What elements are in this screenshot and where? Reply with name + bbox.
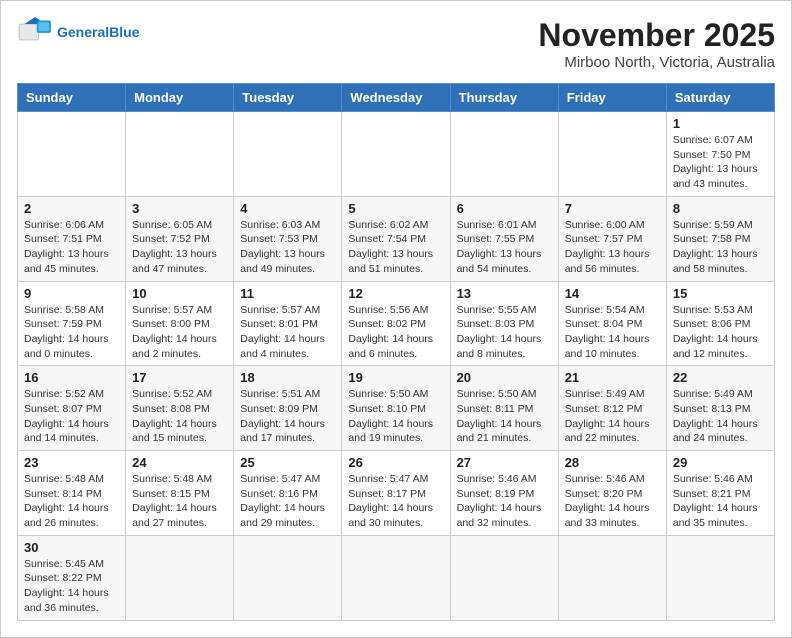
logo-text: GeneralBlue (57, 24, 139, 41)
day-21: 21 Sunrise: 5:49 AM Sunset: 8:12 PM Dayl… (558, 366, 666, 451)
day-29: 29 Sunrise: 5:46 AM Sunset: 8:21 PM Dayl… (666, 451, 774, 536)
week-row-6: 30 Sunrise: 5:45 AM Sunset: 8:22 PM Dayl… (18, 535, 775, 620)
day-23: 23 Sunrise: 5:48 AM Sunset: 8:14 PM Dayl… (18, 451, 126, 536)
logo-general: General (57, 24, 109, 40)
empty-cell (666, 535, 774, 620)
day-24: 24 Sunrise: 5:48 AM Sunset: 8:15 PM Dayl… (126, 451, 234, 536)
day-7: 7 Sunrise: 6:00 AM Sunset: 7:57 PM Dayli… (558, 196, 666, 281)
weekday-header-row: Sunday Monday Tuesday Wednesday Thursday… (18, 84, 775, 112)
day-20: 20 Sunrise: 5:50 AM Sunset: 8:11 PM Dayl… (450, 366, 558, 451)
title-section: November 2025 Mirboo North, Victoria, Au… (538, 17, 775, 71)
day-26: 26 Sunrise: 5:47 AM Sunset: 8:17 PM Dayl… (342, 451, 450, 536)
empty-cell (558, 112, 666, 197)
day-16: 16 Sunrise: 5:52 AM Sunset: 8:07 PM Dayl… (18, 366, 126, 451)
empty-cell (18, 112, 126, 197)
day-22: 22 Sunrise: 5:49 AM Sunset: 8:13 PM Dayl… (666, 366, 774, 451)
day-17: 17 Sunrise: 5:52 AM Sunset: 8:08 PM Dayl… (126, 366, 234, 451)
header-tuesday: Tuesday (234, 84, 342, 112)
logo: GeneralBlue (17, 17, 139, 47)
empty-cell (126, 112, 234, 197)
month-title: November 2025 (538, 17, 775, 54)
header-sunday: Sunday (18, 84, 126, 112)
logo-blue: Blue (109, 24, 139, 40)
week-row-1: 1 Sunrise: 6:07 AM Sunset: 7:50 PM Dayli… (18, 112, 775, 197)
day-25: 25 Sunrise: 5:47 AM Sunset: 8:16 PM Dayl… (234, 451, 342, 536)
week-row-5: 23 Sunrise: 5:48 AM Sunset: 8:14 PM Dayl… (18, 451, 775, 536)
week-row-3: 9 Sunrise: 5:58 AM Sunset: 7:59 PM Dayli… (18, 281, 775, 366)
week-row-4: 16 Sunrise: 5:52 AM Sunset: 8:07 PM Dayl… (18, 366, 775, 451)
day-30: 30 Sunrise: 5:45 AM Sunset: 8:22 PM Dayl… (18, 535, 126, 620)
header-thursday: Thursday (450, 84, 558, 112)
day-9: 9 Sunrise: 5:58 AM Sunset: 7:59 PM Dayli… (18, 281, 126, 366)
day-1: 1 Sunrise: 6:07 AM Sunset: 7:50 PM Dayli… (666, 112, 774, 197)
header-wednesday: Wednesday (342, 84, 450, 112)
header-monday: Monday (126, 84, 234, 112)
location-title: Mirboo North, Victoria, Australia (538, 54, 775, 71)
day-10: 10 Sunrise: 5:57 AM Sunset: 8:00 PM Dayl… (126, 281, 234, 366)
header-saturday: Saturday (666, 84, 774, 112)
empty-cell (234, 535, 342, 620)
logo-icon (17, 17, 53, 47)
day-5: 5 Sunrise: 6:02 AM Sunset: 7:54 PM Dayli… (342, 196, 450, 281)
calendar-header: GeneralBlue November 2025 Mirboo North, … (17, 17, 775, 71)
calendar-container: GeneralBlue November 2025 Mirboo North, … (0, 0, 792, 638)
empty-cell (342, 535, 450, 620)
day-18: 18 Sunrise: 5:51 AM Sunset: 8:09 PM Dayl… (234, 366, 342, 451)
calendar-table: Sunday Monday Tuesday Wednesday Thursday… (17, 83, 775, 621)
day-15: 15 Sunrise: 5:53 AM Sunset: 8:06 PM Dayl… (666, 281, 774, 366)
empty-cell (450, 535, 558, 620)
empty-cell (450, 112, 558, 197)
day-11: 11 Sunrise: 5:57 AM Sunset: 8:01 PM Dayl… (234, 281, 342, 366)
day-28: 28 Sunrise: 5:46 AM Sunset: 8:20 PM Dayl… (558, 451, 666, 536)
day-2: 2 Sunrise: 6:06 AM Sunset: 7:51 PM Dayli… (18, 196, 126, 281)
day-3: 3 Sunrise: 6:05 AM Sunset: 7:52 PM Dayli… (126, 196, 234, 281)
day-8: 8 Sunrise: 5:59 AM Sunset: 7:58 PM Dayli… (666, 196, 774, 281)
day-14: 14 Sunrise: 5:54 AM Sunset: 8:04 PM Dayl… (558, 281, 666, 366)
empty-cell (558, 535, 666, 620)
day-4: 4 Sunrise: 6:03 AM Sunset: 7:53 PM Dayli… (234, 196, 342, 281)
empty-cell (126, 535, 234, 620)
day-19: 19 Sunrise: 5:50 AM Sunset: 8:10 PM Dayl… (342, 366, 450, 451)
day-27: 27 Sunrise: 5:46 AM Sunset: 8:19 PM Dayl… (450, 451, 558, 536)
day-13: 13 Sunrise: 5:55 AM Sunset: 8:03 PM Dayl… (450, 281, 558, 366)
empty-cell (342, 112, 450, 197)
day-12: 12 Sunrise: 5:56 AM Sunset: 8:02 PM Dayl… (342, 281, 450, 366)
empty-cell (234, 112, 342, 197)
header-friday: Friday (558, 84, 666, 112)
week-row-2: 2 Sunrise: 6:06 AM Sunset: 7:51 PM Dayli… (18, 196, 775, 281)
day-6: 6 Sunrise: 6:01 AM Sunset: 7:55 PM Dayli… (450, 196, 558, 281)
